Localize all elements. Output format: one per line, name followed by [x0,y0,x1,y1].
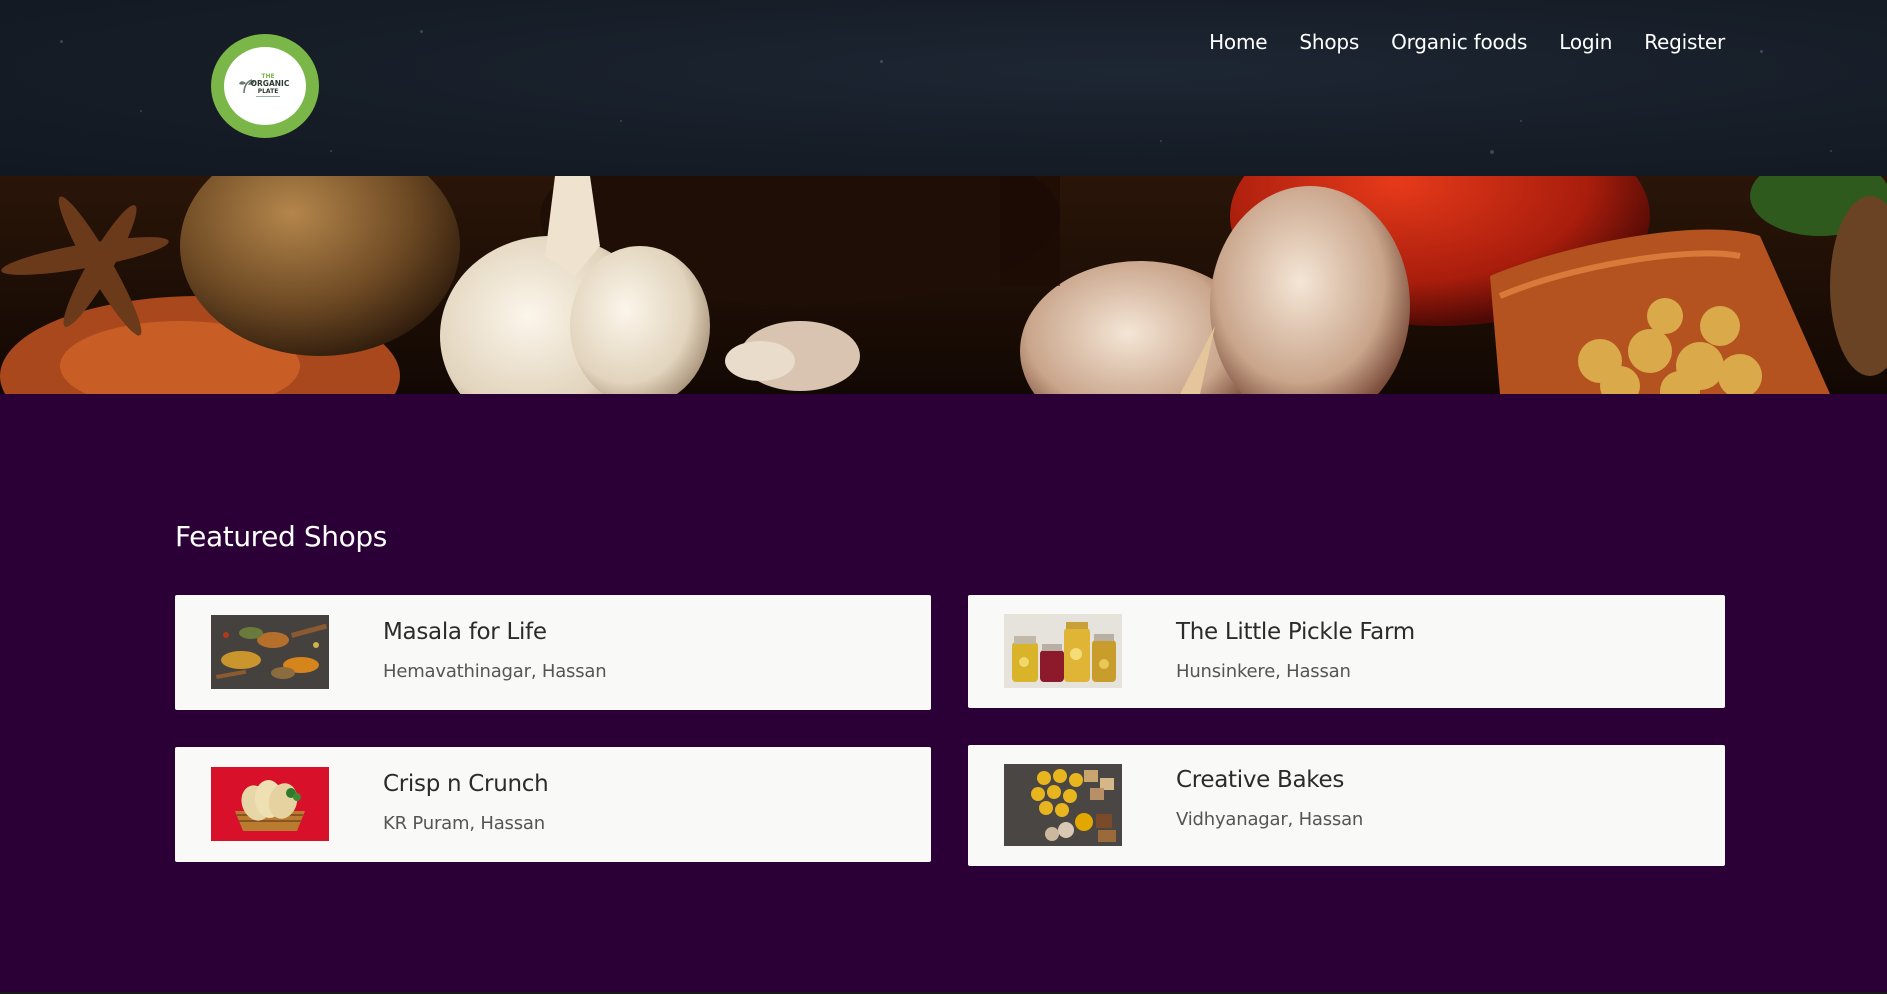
shop-card-crisp-n-crunch[interactable]: Crisp n Crunch KR Puram, Hassan [175,747,931,862]
shop-thumbnail [211,767,329,841]
shop-thumbnail [211,615,329,689]
nav-organic-foods[interactable]: Organic foods [1375,28,1543,56]
shop-card-masala-for-life[interactable]: Masala for Life Hemavathinagar, Hassan [175,595,931,710]
logo-text-organic: ORGANIC [251,79,290,88]
logo-badge: THE ORGANIC PLATE [224,47,306,125]
site-logo[interactable]: THE ORGANIC PLATE [211,34,319,138]
shop-name[interactable]: The Little Pickle Farm [1176,619,1415,645]
shop-name[interactable]: Crisp n Crunch [383,771,549,797]
shop-thumbnail [1004,764,1122,846]
main-nav: Home Shops Organic foods Login Register [1193,28,1725,56]
shop-card-creative-bakes[interactable]: Creative Bakes Vidhyanagar, Hassan [968,745,1725,866]
logo-text-plate: PLATE [258,88,279,95]
site-header: THE ORGANIC PLATE Home Shops Organic foo… [0,0,1887,176]
nav-shops[interactable]: Shops [1283,28,1375,56]
shop-name[interactable]: Masala for Life [383,619,547,645]
nav-register[interactable]: Register [1628,28,1725,56]
shop-location: Hunsinkere, Hassan [1176,661,1351,682]
shop-location: KR Puram, Hassan [383,813,545,834]
nav-login[interactable]: Login [1543,28,1628,56]
main-content: Featured Shops Masala for Life Hemavathi… [0,394,1887,992]
nav-home[interactable]: Home [1193,28,1283,56]
shop-location: Vidhyanagar, Hassan [1176,809,1364,830]
shop-location: Hemavathinagar, Hassan [383,661,607,682]
shop-name[interactable]: Creative Bakes [1176,767,1344,793]
shop-card-the-little-pickle-farm[interactable]: The Little Pickle Farm Hunsinkere, Hassa… [968,595,1725,708]
hero-banner-image [0,176,1887,394]
shop-thumbnail [1004,614,1122,688]
featured-shops-heading: Featured Shops [175,520,387,553]
